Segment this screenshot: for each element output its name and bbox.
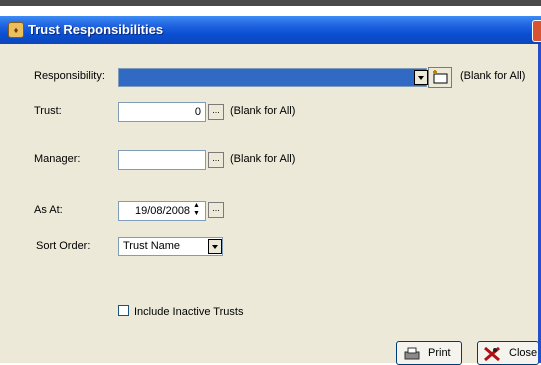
manager-input[interactable] xyxy=(118,150,206,170)
trust-browse-button[interactable]: ... xyxy=(208,104,224,120)
responsibility-note: (Blank for All) xyxy=(460,70,526,82)
close-label: Close xyxy=(509,347,538,359)
window-title: Trust Responsibilities xyxy=(28,22,164,37)
dialog-body: Responsibility: (Blank for All) Trust: 0… xyxy=(0,44,539,365)
manager-note: (Blank for All) xyxy=(230,153,296,165)
date-spinner[interactable]: ▲ ▼ xyxy=(190,202,203,219)
close-icon xyxy=(484,346,500,362)
spin-down-icon[interactable]: ▼ xyxy=(190,210,203,218)
include-inactive-label: Include Inactive Trusts xyxy=(134,306,244,318)
top-edge xyxy=(0,0,541,6)
calendar-button[interactable]: ... xyxy=(208,202,224,218)
close-button[interactable]: Close xyxy=(477,341,539,365)
include-inactive-checkbox[interactable] xyxy=(118,305,129,316)
chevron-down-icon[interactable] xyxy=(208,239,222,254)
printer-icon xyxy=(404,347,420,360)
trust-label: Trust: xyxy=(34,105,62,117)
sort-order-select[interactable]: Trust Name xyxy=(118,237,223,256)
new-folder-icon xyxy=(433,70,448,84)
responsibility-label: Responsibility: xyxy=(34,70,105,82)
responsibility-select[interactable] xyxy=(118,68,428,87)
manager-browse-button[interactable]: ... xyxy=(208,152,224,168)
trust-input[interactable]: 0 xyxy=(118,102,206,122)
title-bar[interactable]: ♦ Trust Responsibilities xyxy=(0,16,541,44)
as-at-label: As At: xyxy=(34,204,63,216)
sort-order-label: Sort Order: xyxy=(36,240,91,252)
chevron-down-icon[interactable] xyxy=(414,70,428,85)
window-close-icon[interactable] xyxy=(532,20,541,42)
trust-note: (Blank for All) xyxy=(230,105,296,117)
manager-label: Manager: xyxy=(34,153,81,165)
app-icon: ♦ xyxy=(8,22,24,38)
spin-up-icon[interactable]: ▲ xyxy=(190,202,203,210)
print-label: Print xyxy=(428,347,451,359)
sort-order-value: Trust Name xyxy=(123,240,181,252)
new-responsibility-button[interactable] xyxy=(428,67,452,88)
print-button[interactable]: Print xyxy=(396,341,462,365)
